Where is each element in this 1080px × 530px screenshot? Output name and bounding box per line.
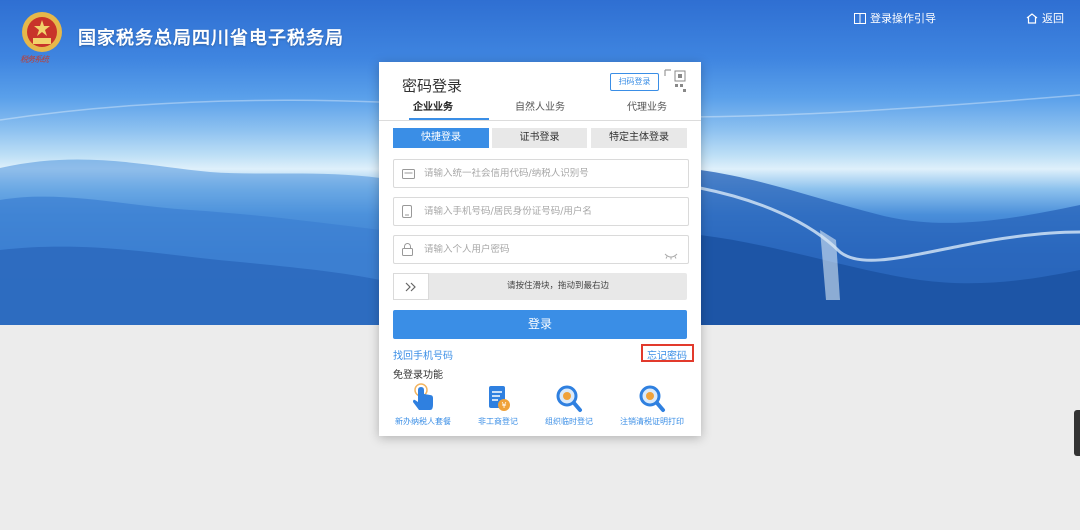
shortcut-label: 注销清税证明打印 (620, 417, 684, 426)
password-field (393, 235, 689, 264)
forgot-password-link[interactable]: 忘记密码 (647, 347, 687, 362)
id-card-icon (402, 168, 424, 179)
eye-closed-icon[interactable] (664, 245, 678, 264)
login-button[interactable]: 登录 (393, 310, 687, 339)
svg-text:¥: ¥ (501, 401, 506, 410)
captcha-slider: 请按住滑块，拖动到最右边 (393, 273, 687, 300)
qr-login-button[interactable]: 扫码登录 (610, 73, 659, 91)
emblem-icon (20, 10, 64, 54)
shortcut-label: 新办纳税人套餐 (395, 417, 451, 426)
logo-script: 税务系统 (20, 55, 49, 64)
lock-icon (402, 243, 424, 256)
business-type-tabs: 企业业务 自然人业务 代理业务 (379, 92, 701, 121)
shortcut-label: 组织临时登记 (545, 417, 593, 426)
login-mode-tabs: 快捷登录 证书登录 特定主体登录 (393, 128, 687, 148)
account-field (393, 197, 689, 226)
back-link[interactable]: 返回 (1026, 10, 1064, 26)
recover-phone-link[interactable]: 找回手机号码 (393, 347, 453, 362)
shortcut-label: 非工商登记 (478, 417, 518, 426)
home-icon (1026, 12, 1038, 24)
tab-special-entity-login[interactable]: 特定主体登录 (591, 128, 687, 148)
side-tab-handle[interactable] (1074, 410, 1080, 456)
tab-agent[interactable]: 代理业务 (627, 98, 667, 113)
shortcut-new-taxpayer[interactable]: 新办纳税人套餐 (383, 382, 463, 427)
phone-icon (402, 205, 424, 218)
tab-certificate-login[interactable]: 证书登录 (492, 128, 587, 148)
no-login-label: 免登录功能 (393, 370, 443, 381)
hand-pointer-icon (383, 382, 463, 414)
tab-quick-login[interactable]: 快捷登录 (393, 128, 489, 148)
active-tab-indicator (409, 118, 489, 120)
account-input[interactable] (424, 206, 664, 217)
shortcut-non-commercial-registration[interactable]: ¥ 非工商登记 (458, 382, 538, 427)
tab-individual[interactable]: 自然人业务 (515, 98, 565, 113)
slider-handle[interactable] (393, 273, 429, 300)
password-input[interactable] (424, 244, 664, 255)
search-magnifier-icon (612, 382, 692, 414)
shortcut-temporary-registration[interactable]: 组织临时登记 (529, 382, 609, 427)
search-magnifier-icon (529, 382, 609, 414)
tab-enterprise[interactable]: 企业业务 (413, 98, 453, 113)
login-card: 密码登录 扫码登录 企业业务 自然人业务 代理业务 快捷登录 证书登录 特定主体… (379, 62, 701, 436)
shortcut-tax-clearance-print[interactable]: 注销清税证明打印 (612, 382, 692, 427)
login-guide-label: 登录操作引导 (870, 12, 936, 25)
document-yuan-icon: ¥ (458, 382, 538, 414)
double-chevron-icon (404, 277, 418, 296)
back-label: 返回 (1042, 12, 1064, 25)
taxpayer-id-input[interactable] (424, 168, 664, 179)
login-guide-link[interactable]: 登录操作引导 (854, 10, 936, 26)
book-icon (854, 12, 866, 24)
taxpayer-id-field (393, 159, 689, 188)
site-title: 国家税务总局四川省电子税务局 (78, 28, 344, 49)
slider-instruction: 请按住滑块，拖动到最右边 (506, 281, 609, 291)
